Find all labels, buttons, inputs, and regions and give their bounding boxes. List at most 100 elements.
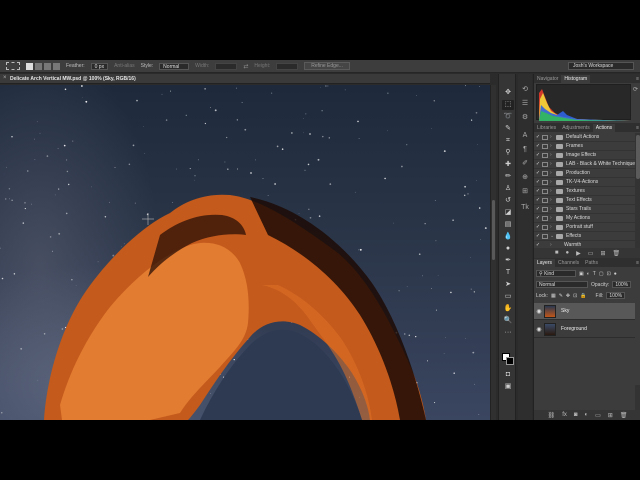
toggle-check-icon[interactable]: ✓ xyxy=(534,197,542,203)
dialog-toggle-icon[interactable] xyxy=(542,134,548,140)
dialog-toggle-icon[interactable] xyxy=(542,233,548,239)
list-item[interactable]: ✓ › TK-V4-Actions xyxy=(534,178,635,187)
list-item[interactable]: ✓ › Textures xyxy=(534,187,635,196)
path-selection-tool-icon[interactable]: ➤ xyxy=(502,280,514,290)
toggle-check-icon[interactable]: ✓ xyxy=(534,215,542,221)
lock-artboard-icon[interactable]: ⊡ xyxy=(573,293,577,299)
visibility-eye-icon[interactable]: ◉ xyxy=(534,326,544,333)
dialog-toggle-icon[interactable] xyxy=(542,243,548,248)
add-selection-icon[interactable] xyxy=(35,62,42,70)
tk-panel-icon[interactable]: Tk xyxy=(521,204,529,212)
list-item[interactable]: ✓ › Portrait stuff xyxy=(534,223,635,232)
eyedropper-tool-icon[interactable]: ⚲ xyxy=(502,148,514,158)
new-set-icon[interactable]: ▭ xyxy=(588,250,594,257)
toggle-check-icon[interactable]: ✓ xyxy=(534,134,542,140)
eraser-tool-icon[interactable]: ◪ xyxy=(502,208,514,218)
link-layers-icon[interactable]: ⛓ xyxy=(548,412,556,419)
dialog-toggle-icon[interactable] xyxy=(542,197,548,203)
canvas-vertical-scrollbar[interactable] xyxy=(490,85,496,420)
antialias-checkbox[interactable]: Anti-alias xyxy=(114,63,135,69)
dialog-toggle-icon[interactable] xyxy=(542,179,548,185)
filter-type-icon[interactable]: T xyxy=(593,271,596,277)
dialog-toggle-icon[interactable] xyxy=(542,170,548,176)
toggle-check-icon[interactable]: ✓ xyxy=(534,179,542,185)
tab-libraries[interactable]: Libraries xyxy=(534,124,559,132)
list-item[interactable]: ✓ › LAB - Black & White Technique xyxy=(534,160,635,169)
close-tab-icon[interactable]: × xyxy=(3,75,7,81)
toggle-check-icon[interactable]: ✓ xyxy=(534,206,542,212)
clone-source-panel-icon[interactable]: ⊕ xyxy=(521,174,529,182)
gradient-tool-icon[interactable]: ▤ xyxy=(502,220,514,230)
character-panel-icon[interactable]: A xyxy=(521,132,529,140)
intersect-selection-icon[interactable] xyxy=(53,62,60,70)
height-input[interactable] xyxy=(276,62,299,70)
brush-tool-icon[interactable]: ✏ xyxy=(502,172,514,182)
brush-panel-icon[interactable]: ✐ xyxy=(521,160,529,168)
tools-preset-panel-icon[interactable]: ⊞ xyxy=(521,188,529,196)
filter-adjustment-icon[interactable]: ◐ xyxy=(587,271,590,277)
dialog-toggle-icon[interactable] xyxy=(542,206,548,212)
lasso-tool-icon[interactable]: ➰ xyxy=(502,112,514,122)
list-item[interactable]: ✓ › My Actions xyxy=(534,214,635,223)
more-tools-icon[interactable]: ··· xyxy=(502,328,514,338)
filter-toggle-icon[interactable]: ● xyxy=(614,271,617,277)
lock-all-icon[interactable]: 🔒 xyxy=(580,293,586,299)
toggle-check-icon[interactable]: ✓ xyxy=(534,170,542,176)
marquee-tool-icon[interactable]: ⬚ xyxy=(502,100,514,110)
dialog-toggle-icon[interactable] xyxy=(542,215,548,221)
histogram-refresh-icon[interactable]: ⟳ xyxy=(633,86,638,93)
adjustments-rail-icon[interactable]: ☰ xyxy=(521,100,529,108)
tab-actions[interactable]: Actions xyxy=(592,124,616,132)
width-input[interactable] xyxy=(215,62,238,70)
dialog-toggle-icon[interactable] xyxy=(542,224,548,230)
swap-dimensions-icon[interactable]: ⇄ xyxy=(243,63,248,70)
healing-brush-tool-icon[interactable]: ✚ xyxy=(502,160,514,170)
list-item[interactable]: ✓ › Production xyxy=(534,169,635,178)
panel-menu-icon[interactable]: ≡ xyxy=(633,75,640,83)
list-item[interactable]: ✓ › Stars Trails xyxy=(534,205,635,214)
list-item[interactable]: ✓ › Image Effects xyxy=(534,151,635,160)
new-layer-icon[interactable]: ⊞ xyxy=(608,412,613,419)
toggle-check-icon[interactable]: ✓ xyxy=(534,233,542,239)
dialog-toggle-icon[interactable] xyxy=(542,188,548,194)
tab-channels[interactable]: Channels xyxy=(555,259,582,267)
quick-mask-icon[interactable]: ◘ xyxy=(502,370,514,380)
history-panel-icon[interactable]: ⟲ xyxy=(521,86,529,94)
record-icon[interactable]: ● xyxy=(566,250,570,256)
workspace-select[interactable]: Josh's Workspace xyxy=(568,62,634,70)
filter-shape-icon[interactable]: ▢ xyxy=(599,271,604,277)
quick-selection-tool-icon[interactable]: ✎ xyxy=(502,124,514,134)
feather-input[interactable]: 0 px xyxy=(90,62,109,70)
toggle-check-icon[interactable]: ✓ xyxy=(534,224,542,230)
rectangle-tool-icon[interactable]: ▭ xyxy=(502,292,514,302)
layer-row-foreground[interactable]: ◉ Foreground xyxy=(534,321,635,338)
scrollbar-thumb[interactable] xyxy=(636,135,640,179)
delete-layer-icon[interactable]: 🗑 xyxy=(620,412,628,419)
layer-mask-icon[interactable]: ◙ xyxy=(574,412,578,418)
actions-menu-icon[interactable]: ≡ xyxy=(633,124,640,132)
visibility-eye-icon[interactable]: ◉ xyxy=(534,308,544,315)
type-tool-icon[interactable]: T xyxy=(502,268,514,278)
lock-transparent-icon[interactable]: ▦ xyxy=(551,293,556,299)
subtract-selection-icon[interactable] xyxy=(44,62,51,70)
new-action-icon[interactable]: ⊞ xyxy=(600,250,605,257)
list-item[interactable]: ✓ › Text Effects xyxy=(534,196,635,205)
tab-histogram[interactable]: Histogram xyxy=(561,75,591,83)
hand-tool-icon[interactable]: ✋ xyxy=(502,304,514,314)
trash-icon[interactable]: 🗑 xyxy=(612,250,620,257)
blend-mode-select[interactable]: Normal xyxy=(536,281,588,288)
toggle-check-icon[interactable]: ✓ xyxy=(534,143,542,149)
properties-rail-icon[interactable]: ⚙ xyxy=(521,114,529,122)
tab-navigator[interactable]: Navigator xyxy=(534,75,561,83)
fx-icon[interactable]: fx xyxy=(562,412,567,418)
dodge-tool-icon[interactable]: ● xyxy=(502,244,514,254)
history-brush-tool-icon[interactable]: ↺ xyxy=(502,196,514,206)
tab-layers[interactable]: Layers xyxy=(534,259,556,267)
toggle-check-icon[interactable]: ✓ xyxy=(534,152,542,158)
document-canvas[interactable] xyxy=(0,85,490,420)
new-group-icon[interactable]: ▭ xyxy=(595,412,601,419)
clone-stamp-tool-icon[interactable]: ♙ xyxy=(502,184,514,194)
dialog-toggle-icon[interactable] xyxy=(542,152,548,158)
tab-paths[interactable]: Paths xyxy=(582,259,601,267)
scrollbar-thumb[interactable] xyxy=(492,200,495,260)
